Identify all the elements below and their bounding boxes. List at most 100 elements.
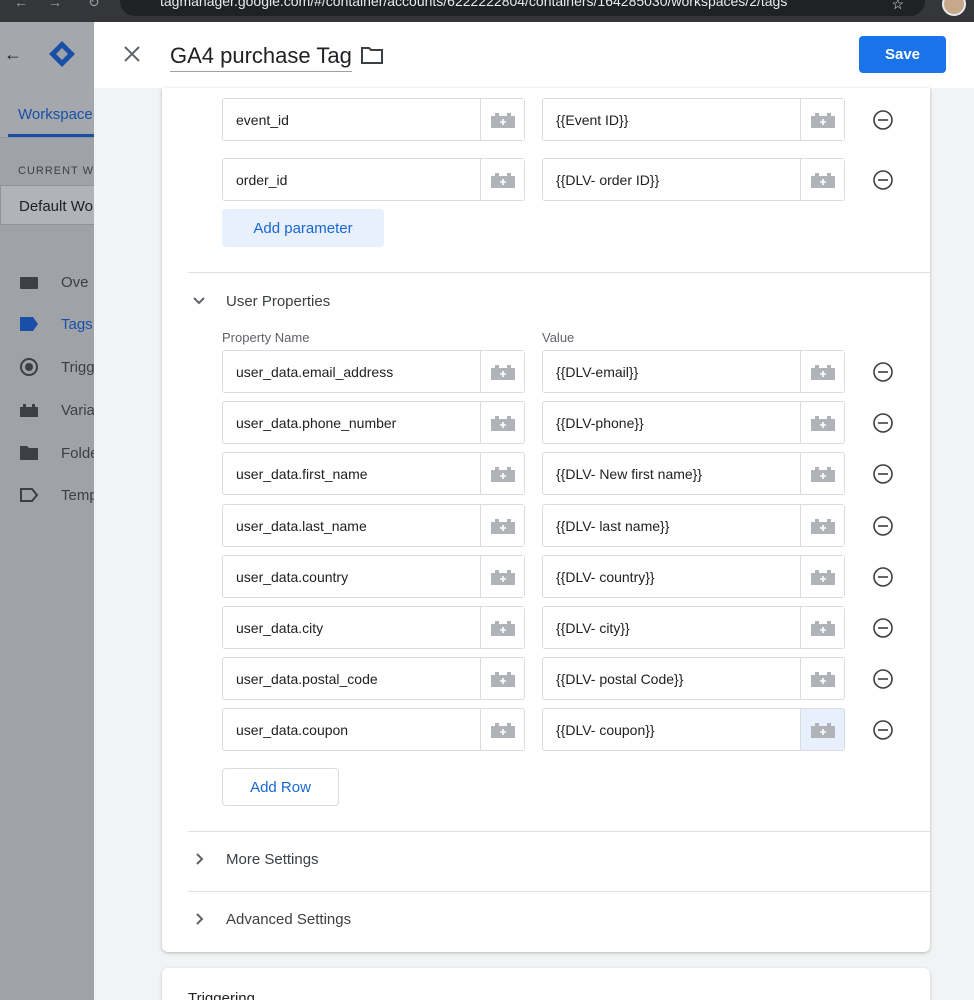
property-value-field[interactable]: {{DLV-phone}}: [542, 401, 845, 445]
chevron-down-icon: [193, 297, 205, 305]
browser-back-icon[interactable]: ←: [14, 0, 28, 10]
insert-variable-button[interactable]: [480, 607, 524, 648]
parameter-row: user_data.first_name {{DLV- New first nam…: [162, 452, 930, 496]
bookmark-star-icon[interactable]: ☆: [891, 0, 904, 13]
insert-variable-button[interactable]: [800, 555, 844, 597]
property-name-field[interactable]: user_data.last_name: [222, 503, 525, 547]
insert-variable-button[interactable]: [800, 351, 844, 392]
property-value-field[interactable]: {{DLV- order ID}}: [542, 158, 845, 201]
property-name-field[interactable]: user_data.coupon: [222, 708, 525, 752]
insert-variable-button[interactable]: [480, 159, 524, 200]
variable-picker-icon: [491, 621, 515, 636]
property-name-field[interactable]: user_data.country: [222, 554, 525, 598]
save-button[interactable]: Save: [859, 36, 946, 73]
property-value-field[interactable]: {{DLV- country}}: [542, 554, 845, 598]
variable-picker-icon: [491, 365, 515, 380]
remove-row-icon[interactable]: [872, 169, 894, 191]
property-name-field[interactable]: user_data.postal_code: [222, 657, 525, 701]
insert-variable-button[interactable]: [800, 504, 844, 546]
property-value-field[interactable]: {{DLV- last name}}: [542, 503, 845, 547]
insert-variable-button[interactable]: [480, 658, 524, 700]
variable-picker-icon: [811, 518, 835, 534]
remove-row-icon[interactable]: [872, 412, 894, 434]
browser-reload-icon[interactable]: ↻: [88, 0, 100, 11]
property-value-field[interactable]: {{DLV-email}}: [542, 350, 845, 393]
section-divider: [188, 831, 930, 832]
tag-icon: [20, 317, 38, 331]
triggering-card[interactable]: Triggering: [162, 968, 930, 1000]
template-icon: [20, 488, 38, 502]
insert-variable-button[interactable]: [800, 658, 844, 700]
property-name-column-label: Property Name: [222, 330, 310, 345]
remove-row-icon[interactable]: [872, 668, 894, 690]
insert-variable-button[interactable]: [800, 402, 844, 444]
property-name-value: order_id: [236, 172, 288, 188]
property-value-text: {{DLV- last name}}: [556, 517, 670, 534]
triggering-title: Triggering: [188, 990, 255, 1000]
insert-variable-button[interactable]: [800, 453, 844, 495]
insert-variable-button[interactable]: [800, 159, 844, 200]
tag-name-title[interactable]: GA4 purchase Tag: [170, 43, 352, 72]
property-name-value: user_data.coupon: [236, 722, 349, 739]
property-name-value: user_data.city: [236, 620, 324, 636]
remove-row-icon[interactable]: [872, 719, 894, 741]
property-name-value: user_data.first_name: [236, 466, 368, 483]
property-name-field[interactable]: order_id: [222, 158, 525, 201]
property-value-field[interactable]: {{DLV- New first name}}: [542, 452, 845, 496]
parameter-row: user_data.city {{DLV- city}}: [162, 606, 930, 649]
folder-icon: [20, 446, 38, 460]
user-properties-header[interactable]: User Properties: [188, 288, 588, 316]
variable-picker-icon: [491, 672, 515, 688]
add-row-button[interactable]: Add Row: [222, 768, 339, 806]
insert-variable-button[interactable]: [480, 99, 524, 140]
insert-variable-button[interactable]: [800, 607, 844, 648]
remove-row-icon[interactable]: [872, 109, 894, 131]
address-bar[interactable]: tagmanager.google.com/#/container/accoun…: [120, 0, 925, 16]
advanced-settings-header[interactable]: Advanced Settings: [188, 906, 588, 934]
property-value-text: {{DLV- city}}: [556, 620, 630, 636]
variable-picker-icon: [811, 113, 835, 128]
parameter-row: order_id {{DLV- order ID}}: [162, 158, 930, 201]
remove-row-icon[interactable]: [872, 515, 894, 537]
insert-variable-button[interactable]: [480, 453, 524, 495]
property-name-field[interactable]: user_data.first_name: [222, 452, 525, 496]
insert-variable-button[interactable]: [480, 555, 524, 597]
variable-picker-icon: [811, 365, 835, 380]
back-arrow-icon: ←: [4, 44, 22, 64]
property-value-field[interactable]: {{DLV- postal Code}}: [542, 657, 845, 701]
remove-row-icon[interactable]: [872, 566, 894, 588]
workspace-name: Default Wo: [19, 198, 93, 215]
property-name-field[interactable]: event_id: [222, 98, 525, 141]
browser-forward-icon[interactable]: →: [48, 0, 62, 10]
variable-picker-icon: [491, 467, 515, 483]
add-parameter-button[interactable]: Add parameter: [222, 209, 384, 247]
parameter-row: event_id {{Event ID}}: [162, 98, 930, 141]
variable-picker-icon: [491, 113, 515, 128]
more-settings-header[interactable]: More Settings: [188, 846, 588, 874]
property-name-field[interactable]: user_data.email_address: [222, 350, 525, 393]
insert-variable-button[interactable]: [480, 709, 524, 751]
property-name-field[interactable]: user_data.phone_number: [222, 401, 525, 445]
gtm-logo-icon: [49, 41, 75, 67]
parameter-row: user_data.coupon {{DLV- coupon}}: [162, 708, 930, 752]
section-divider: [188, 891, 930, 892]
insert-variable-button[interactable]: [480, 351, 524, 392]
property-value-field[interactable]: {{DLV- city}}: [542, 606, 845, 649]
variable-picker-icon: [491, 723, 515, 739]
property-name-field[interactable]: user_data.city: [222, 606, 525, 649]
profile-avatar[interactable]: [942, 0, 966, 16]
remove-row-icon[interactable]: [872, 463, 894, 485]
parameter-row: user_data.country {{DLV- country}}: [162, 554, 930, 598]
remove-row-icon[interactable]: [872, 361, 894, 383]
insert-variable-button[interactable]: [800, 709, 844, 751]
insert-variable-button[interactable]: [800, 99, 844, 140]
remove-row-icon[interactable]: [872, 617, 894, 639]
folder-icon[interactable]: [361, 46, 383, 64]
property-value-field[interactable]: {{DLV- coupon}}: [542, 708, 845, 752]
insert-variable-button[interactable]: [480, 402, 524, 444]
property-value-field[interactable]: {{Event ID}}: [542, 98, 845, 141]
tag-configuration-card: event_id {{Event ID}} order_id {{DLV- order…: [162, 88, 930, 952]
property-value-text: {{DLV-phone}}: [556, 415, 644, 432]
insert-variable-button[interactable]: [480, 504, 524, 546]
close-icon[interactable]: [122, 44, 142, 64]
